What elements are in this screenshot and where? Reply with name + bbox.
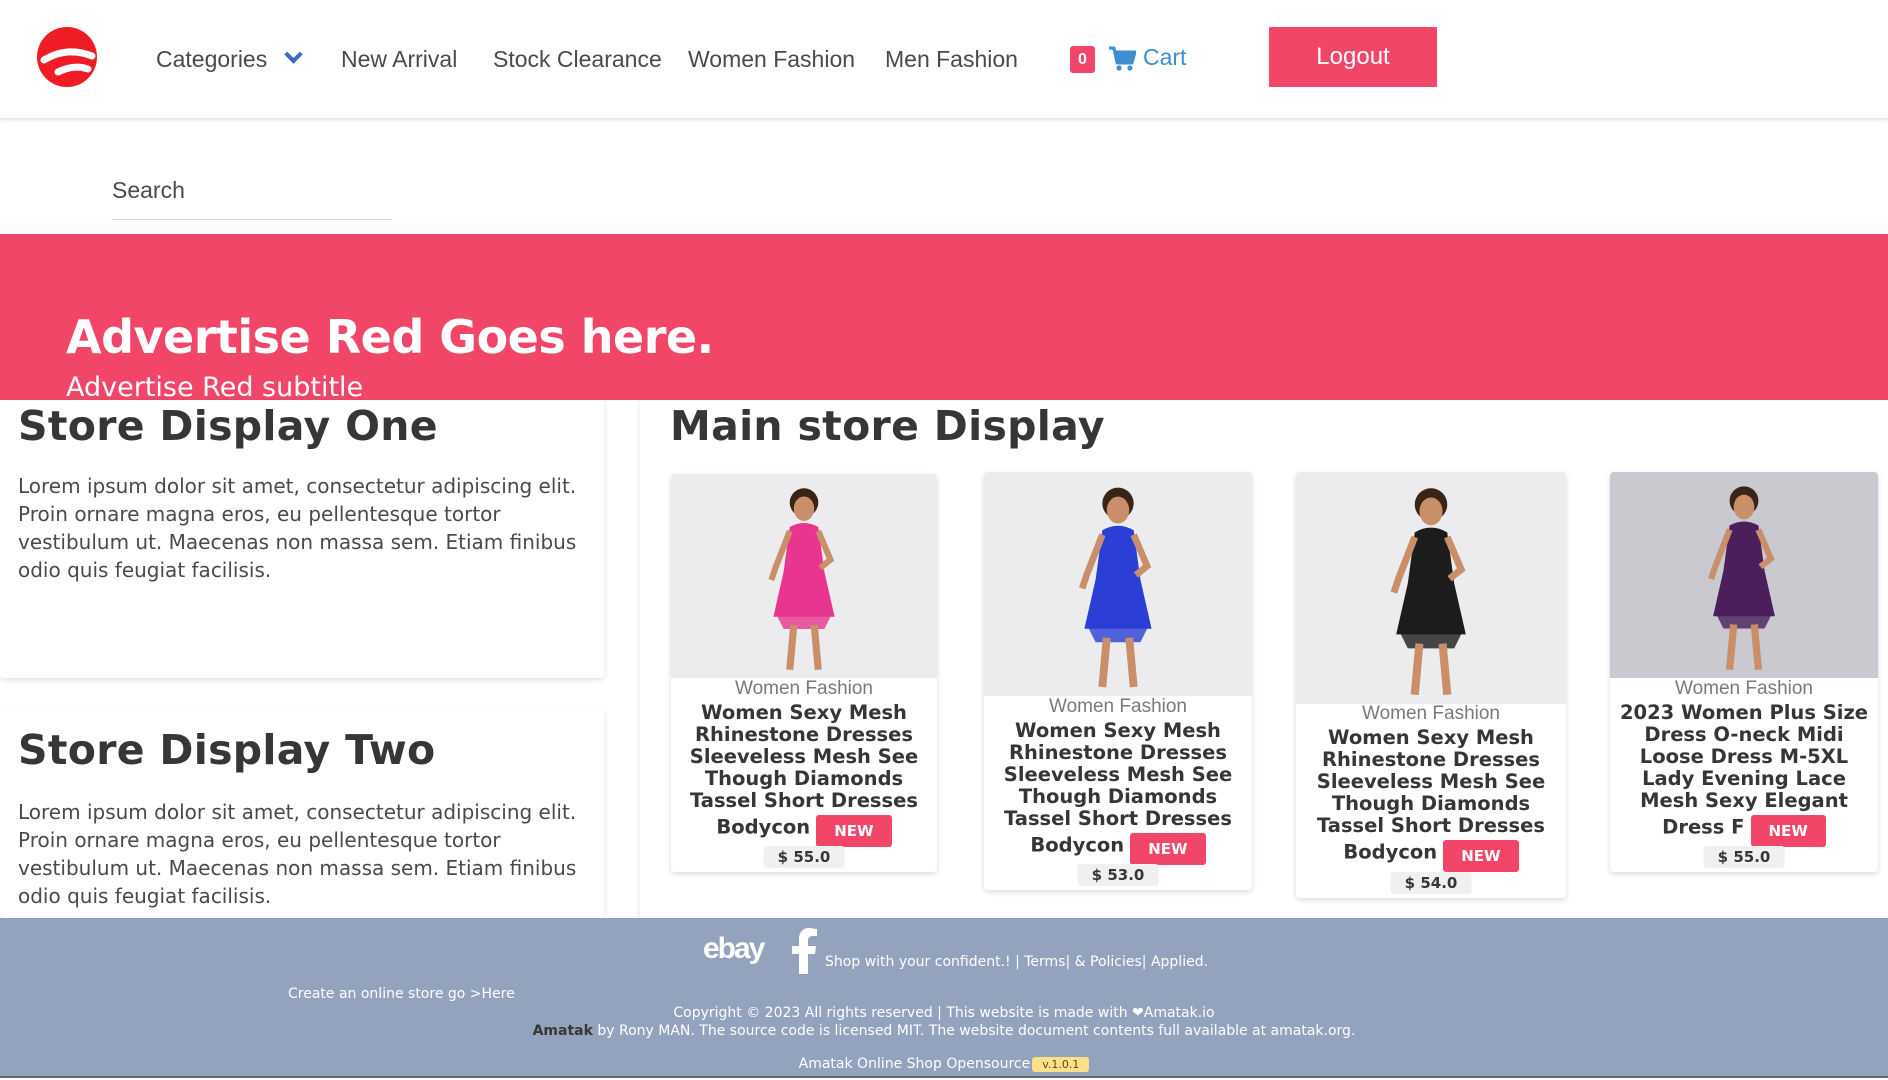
product-photo [1390,488,1466,696]
opensource-text: Amatak Online Shop Opensource [798,1056,1031,1072]
dress-figure-part [793,496,815,521]
opensource-line: Amatak Online Shop Opensource v.1.0.1 [0,1056,1888,1072]
create-store-link[interactable]: Create an online store go >Here [288,986,515,1002]
nav-categories[interactable]: Categories [156,44,303,74]
nav-new-arrival[interactable]: New Arrival [341,44,457,74]
dress-figure-part [1098,637,1111,688]
product-card[interactable]: Women Fashion Women Sexy Mesh Rhinestone… [1296,472,1566,898]
dress-figure-part [775,612,833,630]
footer-links[interactable]: Shop with your confident.! | Terms| & Po… [825,954,1208,970]
nav-categories-label: Categories [156,46,268,72]
product-price: $ 53.0 [1077,864,1159,886]
store-display-one-text: Lorem ipsum dolor sit amet, consectetur … [18,474,577,582]
advertise-banner: Advertise Red Goes here. Advertise Red s… [0,234,1888,400]
dress-figure-part [773,522,835,617]
product-price: $ 54.0 [1390,872,1472,894]
store-display-two-card: Store Display Two Lorem ipsum dolor sit … [0,708,604,918]
dress-figure-part [1398,629,1464,649]
new-badge: NEW [1130,833,1206,865]
store-display-two-text: Lorem ipsum dolor sit amet, consectetur … [18,800,577,908]
product-image[interactable] [1296,472,1566,704]
product-image[interactable] [671,474,937,678]
store-display-one-card: Store Display One Lorem ipsum dolor sit … [0,400,604,678]
logout-button[interactable]: Logout [1269,27,1437,87]
ebay-logo[interactable]: ebay [703,932,765,966]
dress-figure-part [1733,494,1755,520]
dress-figure-part [810,624,822,671]
dress-figure-part [1715,612,1773,629]
chevron-down-icon [284,45,303,64]
footer: ebay Shop with your confident.! | Terms|… [0,918,1888,1078]
dress-figure-part [1086,624,1150,643]
dress-figure-part [1106,496,1130,524]
cart-icon[interactable] [1108,46,1136,72]
product-name[interactable]: Women Sexy Mesh Rhinestone Dresses Sleev… [992,720,1244,865]
nav-women-fashion[interactable]: Women Fashion [688,44,855,74]
facebook-icon[interactable] [788,928,820,974]
version-badge: v.1.0.1 [1032,1057,1090,1072]
product-name[interactable]: Women Sexy Mesh Rhinestone Dresses Sleev… [1304,727,1558,872]
product-image[interactable] [984,472,1252,696]
new-badge: NEW [1443,840,1519,872]
product-category: Women Fashion [1362,703,1500,724]
dress-figure-part [1125,637,1138,688]
logo-icon[interactable] [34,26,100,88]
cart-count-badge: 0 [1070,46,1095,73]
dress-figure-part [1084,525,1152,629]
nav-stock-clearance[interactable]: Stock Clearance [493,44,662,74]
dress-figure-part [1725,624,1738,671]
search-field [112,170,392,220]
footer-copyright: Copyright © 2023 All rights reserved | T… [0,1004,1888,1040]
product-card[interactable]: Women Fashion 2023 Women Plus Size Dress… [1610,472,1878,872]
product-name[interactable]: 2023 Women Plus Size Dress O-neck Midi L… [1618,701,1870,847]
dress-figure-part [1713,521,1775,617]
dress-figure-part [1438,643,1452,696]
banner-title: Advertise Red Goes here. [66,310,714,364]
banner-subtitle: Advertise Red subtitle [66,372,364,400]
dress-figure-part [1396,527,1466,635]
product-card[interactable]: Women Fashion Women Sexy Mesh Rhinestone… [984,472,1252,890]
product-category: Women Fashion [1049,696,1187,717]
product-name-text: 2023 Women Plus Size Dress O-neck Midi L… [1619,701,1869,839]
product-photo [1078,487,1152,688]
dress-figure-part [1750,624,1763,671]
new-badge: NEW [1750,815,1826,847]
store-display-two-title: Store Display Two [18,726,436,774]
main-store-title: Main store Display [670,402,1105,450]
dress-figure-part [786,624,798,671]
new-badge: NEW [816,815,892,847]
product-price: $ 55.0 [763,846,845,868]
product-card[interactable]: Women Fashion Women Sexy Mesh Rhinestone… [671,474,937,872]
store-display-one-title: Store Display One [18,402,438,450]
page: Categories New Arrival Stock Clearance W… [0,0,1888,1080]
nav-cart[interactable]: Cart [1143,44,1186,71]
copyright-text: Copyright © 2023 All rights reserved | T… [673,1005,1215,1021]
product-price: $ 55.0 [1703,846,1785,868]
search-input[interactable] [112,170,392,210]
license-line: Amatak by Rony MAN. The source code is l… [0,1022,1888,1040]
product-photo [768,488,835,671]
license-text: by Rony MAN. The source code is licensed… [592,1023,1356,1039]
product-category: Women Fashion [1675,678,1813,699]
navbar: Categories New Arrival Stock Clearance W… [0,0,1888,118]
product-image[interactable] [1610,472,1878,678]
dress-figure-part [1410,643,1424,696]
dress-figure-part [1419,497,1443,526]
product-photo [1708,486,1775,671]
license-brand: Amatak [532,1023,593,1039]
product-category: Women Fashion [735,678,873,699]
nav-men-fashion[interactable]: Men Fashion [885,44,1018,74]
product-name[interactable]: Women Sexy Mesh Rhinestone Dresses Sleev… [679,702,929,847]
